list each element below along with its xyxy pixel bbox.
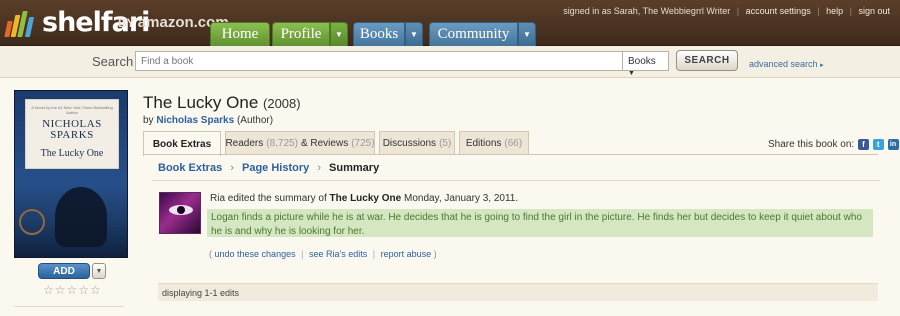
account-settings-link[interactable]: account settings xyxy=(746,6,811,16)
edited-book-title: The Lucky One xyxy=(329,193,402,204)
undo-changes-link[interactable]: undo these changes xyxy=(215,249,296,259)
tab-count: (5) xyxy=(439,138,452,149)
author-role: (Author) xyxy=(236,115,274,126)
tab-label: Readers xyxy=(225,138,264,149)
breadcrumb-book-extras[interactable]: Book Extras xyxy=(158,162,222,174)
chevron-down-icon: ▼ xyxy=(628,70,635,77)
nav-tab-community[interactable]: Community xyxy=(429,22,518,46)
share-bar: Share this book on: f t in xyxy=(768,139,899,150)
twitter-icon[interactable]: t xyxy=(872,139,884,150)
tab-discussions[interactable]: Discussions (5) xyxy=(379,131,455,155)
add-options-dropdown-icon[interactable]: ▼ xyxy=(92,263,106,279)
facebook-icon[interactable]: f xyxy=(857,139,869,150)
books-dropdown-icon[interactable]: ▼ xyxy=(405,22,423,46)
tab-label: Book Extras xyxy=(152,138,212,150)
cover-title-card: A Novel by the #1 New York Times Bestsel… xyxy=(25,99,119,169)
site-header: shelfari BY amazon.com Home Profile ▼ Bo… xyxy=(0,0,900,46)
separator: | xyxy=(849,6,852,16)
edit-action: edited the summary of xyxy=(227,193,327,204)
search-category-value: Books xyxy=(628,56,656,67)
nav-tab-profile[interactable]: Profile xyxy=(272,22,330,46)
community-dropdown-icon[interactable]: ▼ xyxy=(518,22,536,46)
tab-count: (8,725) xyxy=(266,138,298,149)
search-input[interactable] xyxy=(135,51,623,71)
nav-tab-books[interactable]: Books xyxy=(353,22,405,46)
cover-tree-art xyxy=(55,187,107,247)
tab-label-extra: & Reviews xyxy=(300,138,349,149)
search-bar: Search Books ▼ SEARCH advanced search ▸ xyxy=(0,46,900,78)
separator: | xyxy=(301,249,304,259)
search-label: Search xyxy=(92,54,134,69)
share-label: Share this book on: xyxy=(768,139,855,151)
cover-ferris-wheel-art xyxy=(19,209,45,235)
cover-title: The Lucky One xyxy=(40,148,104,159)
sidebar-divider xyxy=(14,306,124,307)
breadcrumb-divider xyxy=(152,180,880,181)
separator: | xyxy=(817,6,820,16)
profile-dropdown-icon[interactable]: ▼ xyxy=(330,22,348,46)
edit-date: Monday, January 3, 2011. xyxy=(403,193,519,204)
tab-readers-reviews[interactable]: Readers (8,725) & Reviews (725) xyxy=(225,131,375,155)
search-button[interactable]: SEARCH xyxy=(676,50,738,71)
tab-count: (66) xyxy=(504,138,523,149)
see-edits-link[interactable]: see Ria's edits xyxy=(309,249,367,259)
summary-text: Logan finds a picture while he is at war… xyxy=(207,209,873,237)
separator: | xyxy=(736,6,740,16)
avatar-pupil-art xyxy=(177,206,185,214)
book-year: (2008) xyxy=(263,96,301,111)
help-link[interactable]: help xyxy=(826,6,843,16)
by-label: by xyxy=(143,115,154,126)
book-cover[interactable]: A Novel by the #1 New York Times Bestsel… xyxy=(14,90,128,258)
report-abuse-link[interactable]: report abuse xyxy=(381,249,432,259)
author-link[interactable]: Nicholas Sparks xyxy=(156,115,234,126)
edit-description: Ria edited the summary of The Lucky One … xyxy=(210,193,518,204)
results-count: displaying 1-1 edits xyxy=(158,283,878,301)
sign-out-link[interactable]: sign out xyxy=(858,6,890,16)
add-book-button[interactable]: ADD xyxy=(38,263,90,279)
cover-tagline: A Novel by the #1 New York Times Bestsel… xyxy=(31,105,113,115)
book-byline: by Nicholas Sparks (Author) xyxy=(143,115,273,126)
shelfari-logo-icon[interactable] xyxy=(4,11,40,37)
editor-name[interactable]: Ria xyxy=(210,193,225,204)
chevron-right-icon: ▸ xyxy=(820,62,824,69)
breadcrumb-current: Summary xyxy=(329,162,380,174)
rating-stars[interactable]: ☆☆☆☆☆ xyxy=(43,283,102,297)
breadcrumb-page-history[interactable]: Page History xyxy=(242,162,309,174)
separator: | xyxy=(372,249,376,259)
chevron-right-icon: › xyxy=(230,162,234,174)
advanced-search-label: advanced search xyxy=(749,59,818,69)
breadcrumb: Book Extras › Page History › Summary xyxy=(158,162,379,174)
book-title: The Lucky One (2008) xyxy=(143,93,301,113)
tab-count-extra: (725) xyxy=(351,138,375,149)
cover-author: NICHOLAS SPARKS xyxy=(42,118,102,141)
book-title-text: The Lucky One xyxy=(143,93,259,112)
search-category-select[interactable]: Books ▼ xyxy=(623,51,669,77)
linkedin-icon[interactable]: in xyxy=(887,139,899,150)
tab-editions[interactable]: Editions (66) xyxy=(459,131,529,155)
tab-label: Editions xyxy=(465,138,502,149)
signed-in-text: signed in as Sarah, The Webbiegrrl Write… xyxy=(563,6,731,16)
tab-book-extras[interactable]: Book Extras xyxy=(143,131,221,156)
account-links: signed in as Sarah, The Webbiegrrl Write… xyxy=(563,6,890,16)
tab-label: Discussions xyxy=(382,138,437,149)
user-avatar[interactable] xyxy=(159,192,201,234)
by-text: BY xyxy=(118,16,135,30)
chevron-right-icon: › xyxy=(317,162,321,174)
edit-actions: ( undo these changes | see Ria's edits |… xyxy=(209,249,437,259)
nav-tab-home[interactable]: Home xyxy=(210,22,270,46)
advanced-search-link[interactable]: advanced search ▸ xyxy=(749,59,824,69)
